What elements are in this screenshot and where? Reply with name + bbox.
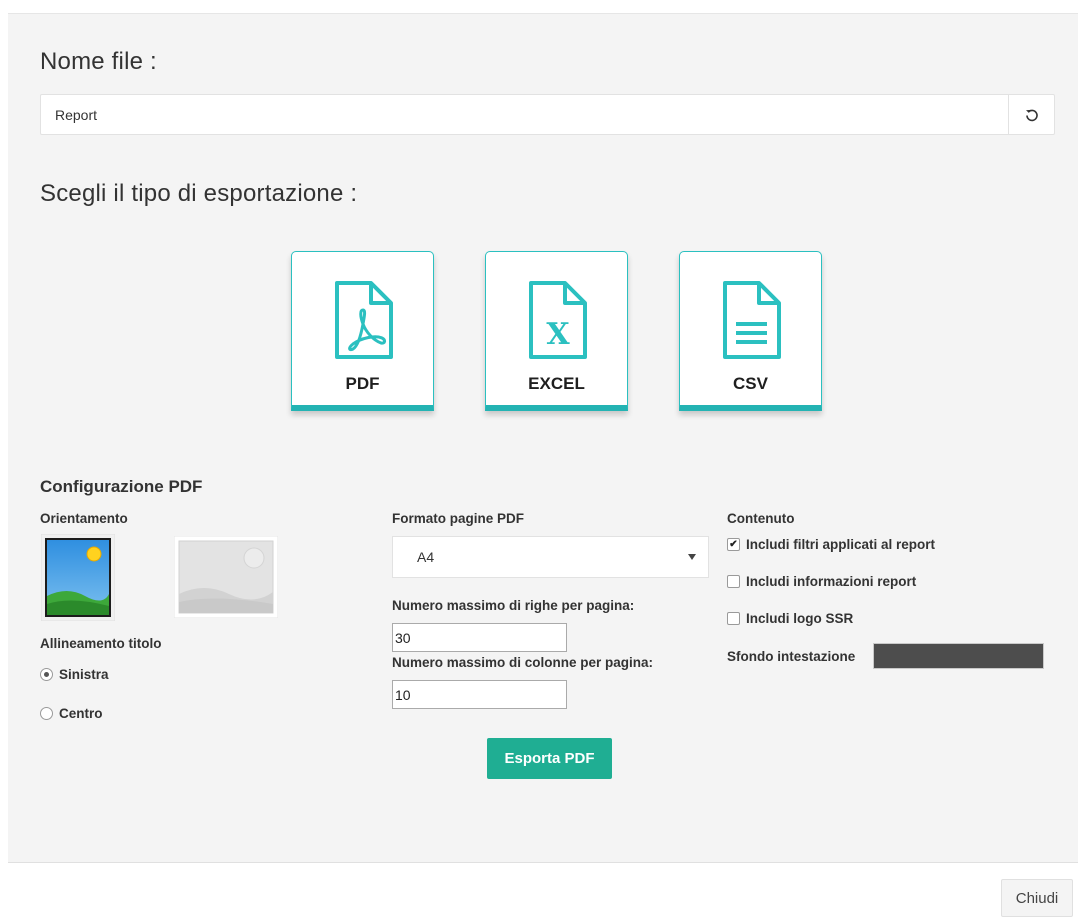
include-info-option[interactable]: Includi informazioni report bbox=[727, 574, 916, 589]
export-pdf-button[interactable]: Esporta PDF bbox=[487, 738, 612, 779]
align-center-label: Centro bbox=[59, 706, 103, 721]
export-pdf-label: PDF bbox=[345, 374, 380, 393]
max-cols-label: Numero massimo di colonne per pagina: bbox=[392, 655, 654, 670]
filename-heading: Nome file : bbox=[40, 48, 157, 75]
portrait-orientation-thumb[interactable] bbox=[41, 534, 115, 621]
export-type-heading: Scegli il tipo di esportazione : bbox=[40, 180, 358, 207]
include-info-checkbox[interactable] bbox=[727, 575, 740, 588]
align-left-radio[interactable] bbox=[40, 668, 53, 681]
filename-field bbox=[40, 94, 1055, 135]
align-center-option[interactable]: Centro bbox=[40, 706, 103, 721]
include-filters-label: Includi filtri applicati al report bbox=[746, 537, 936, 552]
chevron-down-icon bbox=[688, 554, 696, 560]
export-csv-card[interactable]: CSV bbox=[679, 251, 822, 411]
page-format-value: A4 bbox=[417, 549, 435, 565]
svg-text:X: X bbox=[546, 317, 570, 352]
excel-file-icon: X bbox=[529, 281, 587, 359]
landscape-orientation-thumb[interactable] bbox=[174, 536, 278, 618]
max-rows-input[interactable] bbox=[392, 623, 567, 652]
config-title: Configurazione PDF bbox=[40, 477, 203, 496]
filename-input[interactable] bbox=[41, 95, 1008, 134]
export-csv-label: CSV bbox=[733, 374, 768, 393]
csv-file-icon bbox=[723, 281, 781, 359]
content-label: Contenuto bbox=[727, 511, 795, 526]
export-excel-label: EXCEL bbox=[528, 374, 585, 393]
close-button[interactable]: Chiudi bbox=[1001, 879, 1073, 917]
export-panel: Nome file : Scegli il tipo di esportazio… bbox=[8, 13, 1078, 863]
page-format-select[interactable]: A4 bbox=[392, 536, 709, 578]
include-filters-option[interactable]: ✔ Includi filtri applicati al report bbox=[727, 537, 935, 552]
export-excel-card[interactable]: X EXCEL bbox=[485, 251, 628, 411]
include-filters-checkbox[interactable]: ✔ bbox=[727, 538, 740, 551]
max-rows-label: Numero massimo di righe per pagina: bbox=[392, 598, 635, 613]
align-center-radio[interactable] bbox=[40, 707, 53, 720]
format-label: Formato pagine PDF bbox=[392, 511, 525, 526]
alignment-label: Allineamento titolo bbox=[40, 636, 162, 651]
max-cols-input[interactable] bbox=[392, 680, 567, 709]
reset-filename-button[interactable] bbox=[1008, 95, 1054, 134]
export-pdf-card[interactable]: PDF bbox=[291, 251, 434, 411]
include-info-label: Includi informazioni report bbox=[746, 574, 917, 589]
orientation-label: Orientamento bbox=[40, 511, 128, 526]
include-logo-label: Includi logo SSR bbox=[746, 611, 854, 626]
align-left-option[interactable]: Sinistra bbox=[40, 667, 109, 682]
undo-icon bbox=[1025, 109, 1038, 121]
header-bg-label: Sfondo intestazione bbox=[727, 649, 856, 664]
align-left-label: Sinistra bbox=[59, 667, 109, 682]
include-logo-checkbox[interactable] bbox=[727, 612, 740, 625]
include-logo-option[interactable]: Includi logo SSR bbox=[727, 611, 853, 626]
pdf-file-icon bbox=[335, 281, 393, 359]
header-bg-color-picker[interactable] bbox=[873, 643, 1044, 669]
